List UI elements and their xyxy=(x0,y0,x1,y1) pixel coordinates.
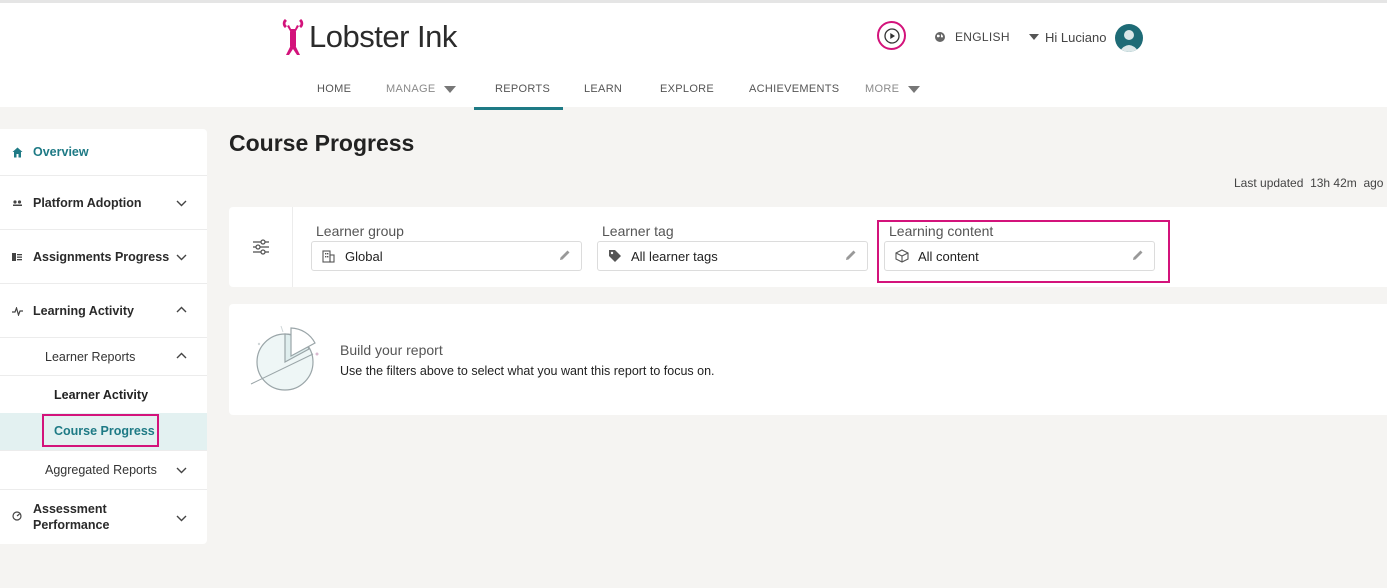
report-description: Use the filters above to select what you… xyxy=(340,364,715,378)
sidebar-item-learning-activity[interactable]: Learning Activity xyxy=(0,303,207,319)
sidebar-label-overview: Overview xyxy=(33,145,89,159)
chevron-down-icon xyxy=(1028,34,1039,40)
last-updated-value: 13h 42m xyxy=(1310,176,1357,190)
course-progress-highlight xyxy=(42,414,159,447)
language-selector[interactable]: ENGLISH xyxy=(934,30,1039,44)
report-title: Build your report xyxy=(340,342,443,358)
sidebar-label-learner-activity: Learner Activity xyxy=(54,388,149,402)
last-updated-label: Last updated xyxy=(1234,176,1304,190)
divider xyxy=(0,489,207,490)
chevron-up-icon xyxy=(176,352,187,359)
last-updated-suffix: ago xyxy=(1363,176,1384,190)
avatar[interactable] xyxy=(1115,24,1143,52)
divider xyxy=(0,283,207,284)
gauge-icon xyxy=(12,511,22,521)
activity-icon xyxy=(12,306,23,316)
nav-manage-label: MANAGE xyxy=(386,83,436,95)
sidebar-item-overview[interactable]: Overview xyxy=(0,144,207,160)
chevron-down-icon xyxy=(908,85,921,93)
sidebar-label-assignments-progress: Assignments Progress xyxy=(33,250,170,264)
sidebar: Overview Platform Adoption Assignments P… xyxy=(0,129,207,544)
nav-explore[interactable]: EXPLORE xyxy=(660,81,714,97)
divider xyxy=(0,375,207,376)
lobster-logo-icon xyxy=(282,19,304,55)
sidebar-item-assignments-progress[interactable]: Assignments Progress xyxy=(0,249,207,265)
sliders-icon xyxy=(252,239,269,255)
divider xyxy=(0,450,207,451)
filter-label-learner-group: Learner group xyxy=(316,223,404,239)
list-icon xyxy=(12,253,22,261)
chevron-down-icon xyxy=(444,85,457,93)
chevron-down-icon xyxy=(176,254,187,261)
nav-more-label: MORE xyxy=(865,83,900,95)
sidebar-item-learner-activity[interactable]: Learner Activity xyxy=(0,387,207,403)
report-panel: Build your report Use the filters above … xyxy=(229,304,1387,415)
learner-group-field[interactable]: Global xyxy=(311,241,582,271)
nav-achievements[interactable]: ACHIEVEMENTS xyxy=(749,81,839,97)
user-greeting: Hi Luciano xyxy=(1045,30,1107,45)
play-icon xyxy=(883,27,900,44)
chevron-down-icon xyxy=(176,515,187,522)
pencil-icon[interactable] xyxy=(559,249,571,261)
sidebar-item-platform-adoption[interactable]: Platform Adoption xyxy=(0,195,207,211)
pie-chart-icon xyxy=(250,325,319,391)
sidebar-label-aggregated-reports: Aggregated Reports xyxy=(45,463,157,477)
filter-settings-button[interactable] xyxy=(229,207,293,287)
home-icon xyxy=(12,147,23,157)
sidebar-item-assessment-performance[interactable]: Assessment Performance xyxy=(0,501,207,533)
learner-tag-value: All learner tags xyxy=(631,249,718,264)
sidebar-item-aggregated-reports[interactable]: Aggregated Reports xyxy=(0,462,207,478)
filter-panel: Learner group Global Learner tag All lea… xyxy=(229,207,1387,287)
play-button[interactable] xyxy=(877,21,906,50)
logo-text: Lobster Ink xyxy=(309,19,457,54)
learner-group-value: Global xyxy=(345,249,383,264)
nav-manage[interactable]: MANAGE xyxy=(386,81,457,97)
nav-reports[interactable]: REPORTS xyxy=(495,81,550,97)
learner-tag-field[interactable]: All learner tags xyxy=(597,241,868,271)
top-header: Lobster Ink ENGLISH Hi Luciano HOME MANA… xyxy=(0,0,1387,110)
main-nav: HOME MANAGE REPORTS LEARN EXPLORE ACHIEV… xyxy=(0,73,1387,110)
divider xyxy=(0,175,207,176)
assessment-line-1: Assessment xyxy=(33,502,107,516)
sidebar-label-assessment-performance: Assessment Performance xyxy=(33,501,109,533)
sidebar-label-platform-adoption: Platform Adoption xyxy=(33,196,142,210)
last-updated: Last updated 13h 42m ago xyxy=(1234,176,1383,190)
globe-icon xyxy=(935,32,945,42)
filter-learner-tag: Learner tag All learner tags xyxy=(597,223,868,271)
nav-more[interactable]: MORE xyxy=(865,81,921,97)
building-icon xyxy=(322,250,335,263)
chevron-up-icon xyxy=(176,306,187,313)
learning-content-highlight xyxy=(877,220,1170,283)
nav-home[interactable]: HOME xyxy=(317,81,351,97)
divider xyxy=(0,337,207,338)
nav-active-indicator xyxy=(474,107,563,110)
sidebar-label-learning-activity: Learning Activity xyxy=(33,304,134,318)
chevron-down-icon xyxy=(176,467,187,474)
page-title: Course Progress xyxy=(229,130,415,156)
chevron-down-icon xyxy=(176,200,187,207)
pencil-icon[interactable] xyxy=(845,249,857,261)
nav-learn[interactable]: LEARN xyxy=(584,81,622,97)
language-label: ENGLISH xyxy=(955,30,1010,44)
filter-learner-group: Learner group Global xyxy=(311,223,582,271)
users-icon xyxy=(13,200,22,206)
assessment-line-2: Performance xyxy=(33,518,110,532)
tag-icon xyxy=(609,250,621,262)
logo[interactable]: Lobster Ink xyxy=(281,17,457,57)
divider xyxy=(0,229,207,230)
user-icon xyxy=(1119,30,1139,52)
sidebar-label-learner-reports: Learner Reports xyxy=(45,350,136,364)
filter-label-learner-tag: Learner tag xyxy=(602,223,674,239)
sidebar-item-learner-reports[interactable]: Learner Reports xyxy=(0,349,207,365)
